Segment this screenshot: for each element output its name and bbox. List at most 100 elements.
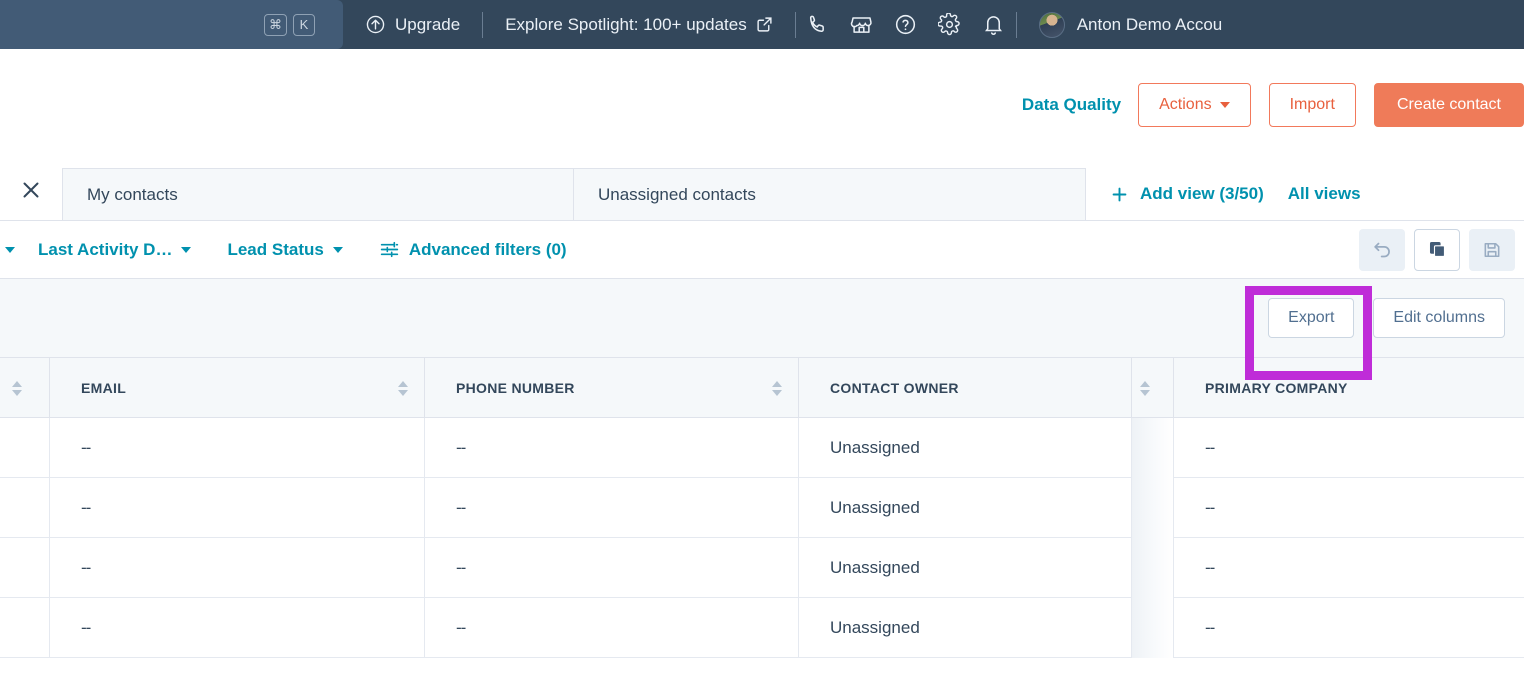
cell-primary-company: -- — [1205, 438, 1215, 457]
cell-primary-company: -- — [1205, 558, 1215, 577]
data-quality-link[interactable]: Data Quality — [1022, 95, 1121, 115]
upgrade-label: Upgrade — [395, 14, 461, 34]
close-icon[interactable] — [0, 160, 62, 220]
filter-label: Lead Status — [227, 239, 324, 259]
create-contact-button[interactable]: Create contact — [1373, 82, 1524, 127]
row-select-cell[interactable] — [0, 538, 50, 598]
clone-icon[interactable] — [1414, 228, 1460, 271]
cell-primary-company: -- — [1205, 618, 1215, 637]
row-gutter-cell — [1132, 478, 1174, 538]
view-tab-label: Unassigned contacts — [598, 184, 756, 204]
external-link-icon — [756, 16, 773, 33]
chevron-down-icon — [332, 246, 343, 253]
advanced-filters-button[interactable]: Advanced filters (0) — [361, 221, 585, 279]
command-key-badge: ⌘ — [264, 13, 287, 36]
table-header-row: EMAIL PHONE NUMBER CONTACT OWNER PRIMARY… — [0, 358, 1524, 418]
cell-phone: -- — [425, 478, 799, 538]
upgrade-arrow-icon — [365, 14, 386, 35]
cell-email: -- — [50, 598, 425, 658]
import-button[interactable]: Import — [1268, 82, 1356, 127]
phone-icon[interactable] — [796, 0, 840, 49]
marketplace-icon[interactable] — [840, 0, 884, 49]
column-header-select[interactable] — [0, 358, 50, 418]
column-label: PRIMARY COMPANY — [1205, 380, 1348, 396]
table-row[interactable]: -- -- Unassigned -- — [0, 538, 1524, 598]
actions-label: Actions — [1159, 95, 1212, 113]
edit-columns-label: Edit columns — [1393, 309, 1485, 326]
owner-filter-caret[interactable] — [0, 246, 20, 253]
filter-label: Last Activity D… — [38, 239, 173, 259]
edit-columns-button[interactable]: Edit columns — [1373, 298, 1505, 338]
chevron-down-icon — [5, 246, 15, 253]
column-header-primary-company[interactable]: PRIMARY COMPANY — [1174, 358, 1524, 418]
cell-email: -- — [50, 418, 425, 478]
k-key-badge: K — [293, 13, 315, 36]
contacts-table: EMAIL PHONE NUMBER CONTACT OWNER PRIMARY… — [0, 358, 1524, 658]
avatar — [1038, 11, 1065, 38]
sort-arrows-icon — [11, 380, 22, 396]
add-view-label: Add view (3/50) — [1140, 184, 1264, 203]
cell-contact-owner: Unassigned — [799, 418, 1132, 478]
create-contact-label: Create contact — [1396, 95, 1501, 113]
cell-phone: -- — [425, 538, 799, 598]
row-gutter-cell — [1132, 418, 1174, 478]
notifications-bell-icon[interactable] — [972, 0, 1016, 49]
filter-bar: Last Activity D… Lead Status Advanced fi… — [0, 221, 1524, 279]
row-gutter-cell — [1132, 598, 1174, 658]
undo-icon[interactable] — [1359, 228, 1405, 271]
cell-phone: -- — [425, 598, 799, 658]
row-select-cell[interactable] — [0, 478, 50, 538]
export-button[interactable]: Export — [1268, 298, 1355, 338]
filter-last-activity-date[interactable]: Last Activity D… — [20, 221, 209, 279]
sort-arrows-icon — [772, 380, 782, 396]
view-tabs-bar: My contacts Unassigned contacts Add view… — [0, 160, 1524, 221]
page-action-bar: Data Quality Actions Import Create conta… — [0, 49, 1524, 160]
save-icon[interactable] — [1469, 228, 1515, 271]
table-toolbar: Export Edit columns — [0, 279, 1524, 380]
all-views-button[interactable]: All views — [1288, 168, 1383, 220]
add-view-button[interactable]: Add view (3/50) — [1086, 168, 1288, 220]
row-gutter-cell — [1132, 538, 1174, 598]
table-row[interactable]: -- -- Unassigned -- — [0, 598, 1524, 658]
sliders-icon — [379, 239, 400, 260]
upgrade-button[interactable]: Upgrade — [343, 0, 482, 49]
actions-dropdown-button[interactable]: Actions — [1138, 82, 1251, 127]
view-tab-unassigned-contacts[interactable]: Unassigned contacts — [574, 168, 1086, 220]
cell-contact-owner: Unassigned — [799, 538, 1132, 598]
sort-arrows-icon — [398, 380, 408, 396]
plus-icon — [1110, 185, 1129, 204]
column-header-sort-gutter[interactable] — [1132, 358, 1174, 418]
filter-lead-status[interactable]: Lead Status — [209, 221, 360, 279]
help-icon[interactable] — [884, 0, 928, 49]
cell-email: -- — [50, 538, 425, 598]
account-menu[interactable]: Anton Demo Accou — [1017, 0, 1245, 49]
column-label: PHONE NUMBER — [456, 380, 575, 396]
view-tab-label: My contacts — [87, 184, 178, 204]
cell-contact-owner: Unassigned — [799, 478, 1132, 538]
account-name-label: Anton Demo Accou — [1076, 14, 1223, 34]
export-label: Export — [1288, 309, 1335, 326]
advanced-filters-label: Advanced filters (0) — [408, 239, 567, 259]
cell-email: -- — [50, 478, 425, 538]
explore-spotlight-link[interactable]: Explore Spotlight: 100+ updates — [483, 0, 794, 49]
cell-contact-owner: Unassigned — [799, 598, 1132, 658]
row-select-cell[interactable] — [0, 418, 50, 478]
sort-arrows-icon — [1139, 380, 1150, 396]
chevron-down-icon — [1219, 101, 1230, 108]
column-header-phone-number[interactable]: PHONE NUMBER — [425, 358, 799, 418]
global-search-input[interactable]: ⌘ K — [0, 0, 343, 49]
column-header-email[interactable]: EMAIL — [50, 358, 425, 418]
cell-primary-company: -- — [1205, 498, 1215, 517]
settings-gear-icon[interactable] — [928, 0, 972, 49]
import-label: Import — [1289, 95, 1335, 113]
table-row[interactable]: -- -- Unassigned -- — [0, 418, 1524, 478]
view-tab-my-contacts[interactable]: My contacts — [62, 168, 574, 220]
chevron-down-icon — [181, 246, 192, 253]
table-row[interactable]: -- -- Unassigned -- — [0, 478, 1524, 538]
column-label: CONTACT OWNER — [830, 380, 959, 396]
all-views-label: All views — [1287, 184, 1361, 203]
column-header-contact-owner[interactable]: CONTACT OWNER — [799, 358, 1132, 418]
row-select-cell[interactable] — [0, 598, 50, 658]
cell-phone: -- — [425, 418, 799, 478]
spotlight-label: Explore Spotlight: 100+ updates — [505, 14, 747, 34]
